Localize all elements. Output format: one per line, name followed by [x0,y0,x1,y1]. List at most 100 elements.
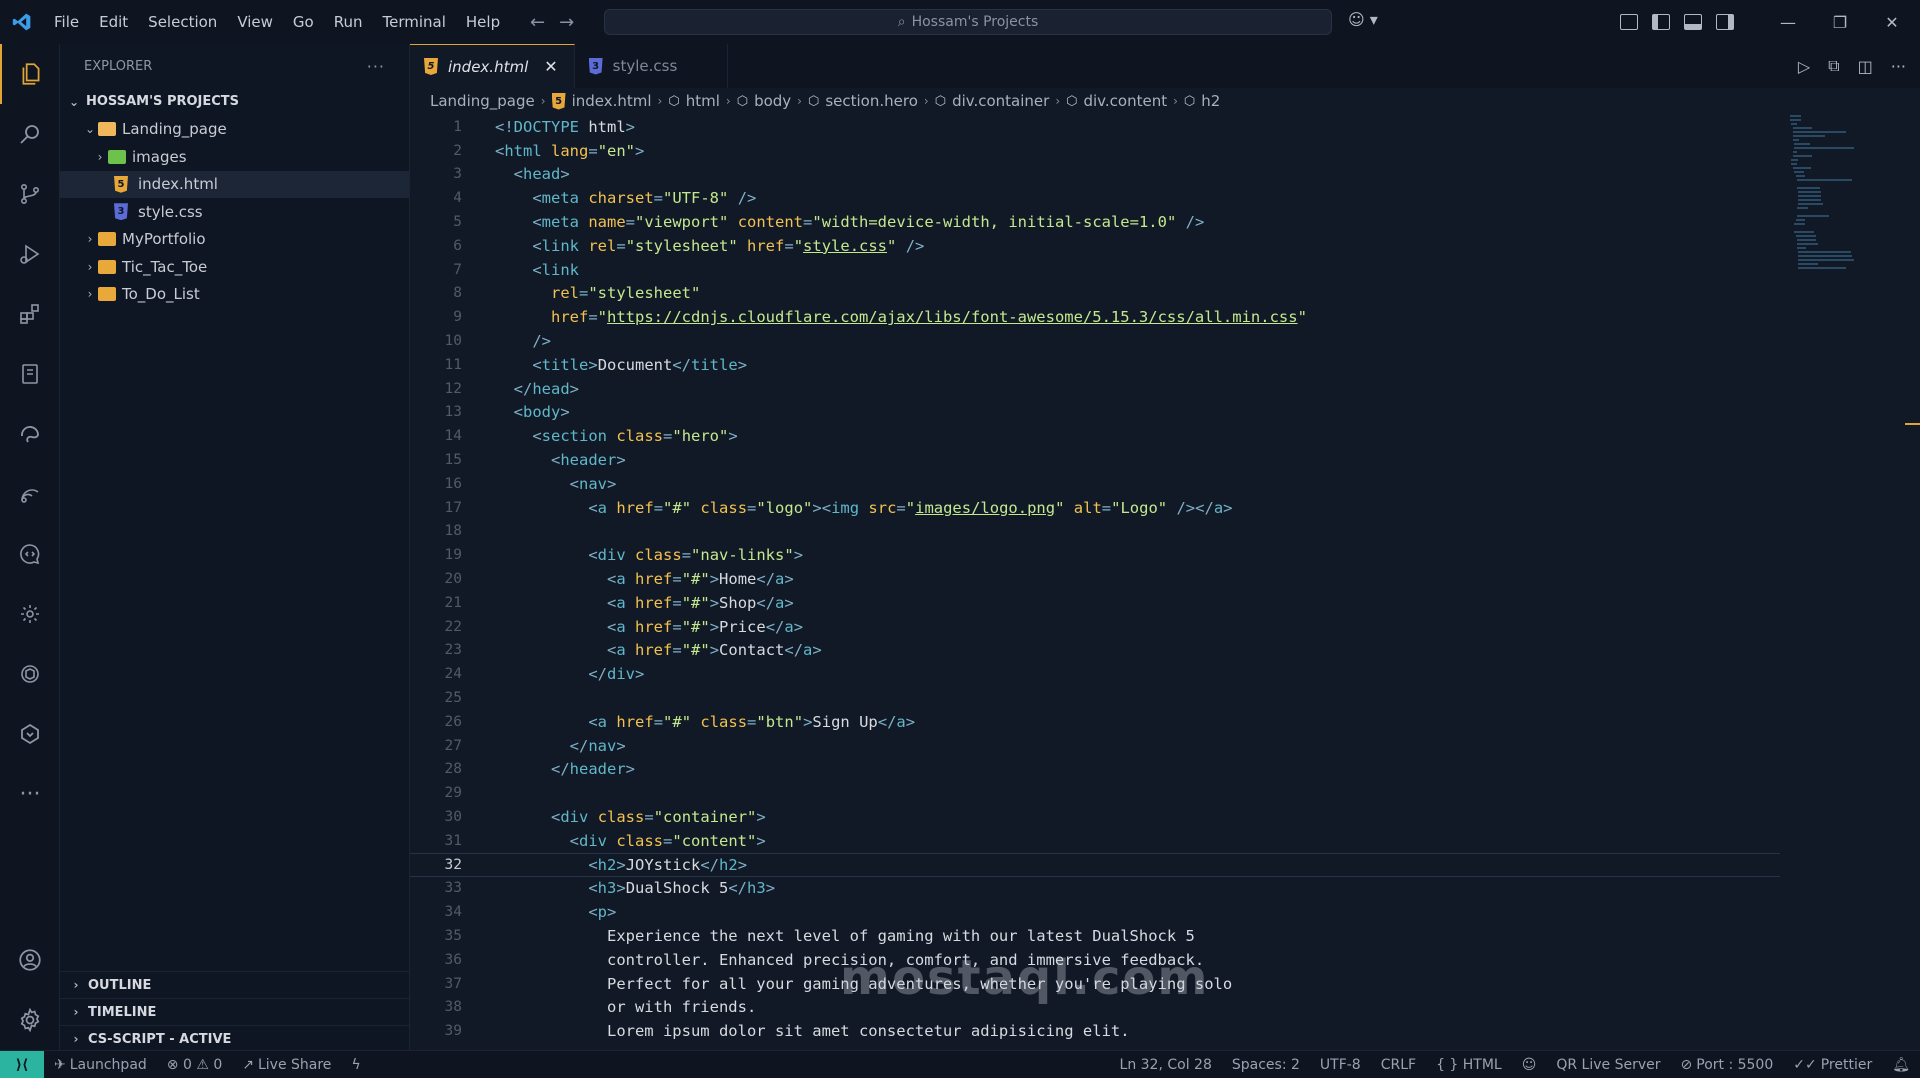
code-line[interactable]: 19 <div class="nav-links"> [410,543,1780,567]
status-indentation[interactable]: Spaces: 2 [1222,1057,1310,1073]
menu-edit[interactable]: Edit [89,13,138,31]
extensions-icon[interactable] [0,284,60,344]
status-live-share[interactable]: ↗ Live Share [232,1057,341,1073]
minimap[interactable] [1790,115,1890,275]
code-line[interactable]: 29 [410,781,1780,805]
forward-arrow-icon[interactable]: → [559,12,574,33]
status-encoding[interactable]: UTF-8 [1310,1057,1371,1073]
menu-selection[interactable]: Selection [138,13,227,31]
notifications-bell-icon[interactable]: 🔔︎ [1882,1057,1920,1073]
code-line[interactable]: 25 [410,686,1780,710]
lightning-icon[interactable]: ϟ [341,1057,370,1073]
code-line[interactable]: 4 <meta charset="UTF-8" /> [410,186,1780,210]
command-center-search[interactable]: ⌕ Hossam's Projects [604,9,1332,35]
minimize-button[interactable]: — [1762,13,1814,32]
code-line[interactable]: 13 <body> [410,401,1780,425]
code-line[interactable]: 8 rel="stylesheet" [410,282,1780,306]
status-language-mode[interactable]: { } HTML [1426,1057,1512,1073]
toggle-panel-icon[interactable] [1684,14,1702,30]
tree-item-tic-tac-toe[interactable]: › Tic_Tac_Toe [60,253,409,281]
more-views-icon[interactable]: ··· [0,764,60,824]
code-line[interactable]: 32 <h2>JOYstick</h2> [410,852,1780,877]
code-line[interactable]: 22 <a href="#">Price</a> [410,615,1780,639]
breadcrumb-div-content[interactable]: div.content [1083,92,1167,110]
toggle-primary-sidebar-icon[interactable] [1652,14,1670,30]
tree-item-myportfolio[interactable]: › MyPortfolio [60,226,409,254]
copilot-icon[interactable]: ☺ ▾ [1348,10,1378,29]
status-launchpad[interactable]: ✈ Launchpad [44,1057,157,1073]
menu-view[interactable]: View [227,13,283,31]
breadcrumb-html[interactable]: html [686,92,720,110]
code-line[interactable]: 11 <title>Document</title> [410,353,1780,377]
cs-script-panel-header[interactable]: › CS-SCRIPT - ACTIVE [60,1025,410,1052]
status-prettier[interactable]: ✓✓ Prettier [1783,1057,1882,1073]
code-line[interactable]: 33 <h3>DualShock 5</h3> [410,877,1780,901]
accounts-icon[interactable] [0,930,60,990]
menu-file[interactable]: File [44,13,89,31]
live-preview-icon[interactable] [0,524,60,584]
menu-run[interactable]: Run [324,13,373,31]
status-qr-live-server[interactable]: QR Live Server [1546,1057,1670,1073]
remote-indicator-icon[interactable]: ⟩⟨ [0,1050,44,1078]
code-line[interactable]: 23 <a href="#">Contact</a> [410,639,1780,663]
code-line[interactable]: 30 <div class="container"> [410,805,1780,829]
code-line[interactable]: 6 <link rel="stylesheet" href="style.css… [410,234,1780,258]
chatgpt-icon[interactable] [0,644,60,704]
customize-layout-icon[interactable] [1620,14,1638,30]
code-line[interactable]: 28 </header> [410,758,1780,782]
status-cursor-position[interactable]: Ln 32, Col 28 [1110,1057,1222,1073]
edge-browser-icon[interactable] [0,404,60,464]
breadcrumb-div-container[interactable]: div.container [952,92,1049,110]
code-line[interactable]: 1 <!DOCTYPE html> [410,115,1780,139]
tree-item-index-html[interactable]: 5 index.html [60,170,409,198]
open-preview-icon[interactable]: ⧉ [1828,56,1839,76]
code-line[interactable]: 31 <div class="content"> [410,829,1780,853]
tree-item-to-do-list[interactable]: › To_Do_List [60,281,409,309]
code-line[interactable]: 15 <header> [410,448,1780,472]
breadcrumb-file[interactable]: index.html [572,92,652,110]
code-line[interactable]: 18 [410,520,1780,544]
source-control-icon[interactable] [0,164,60,224]
maximize-button[interactable]: ❐ [1814,13,1866,32]
code-line[interactable]: 9 href="https://cdnjs.cloudflare.com/aja… [410,305,1780,329]
outline-panel-header[interactable]: › OUTLINE [60,971,410,998]
copilot-status-icon[interactable]: ☺ [1512,1057,1547,1073]
breadcrumb-h2[interactable]: h2 [1201,92,1220,110]
status-problems[interactable]: ⊗ 0 ⚠ 0 [157,1057,232,1073]
code-line[interactable]: 26 <a href="#" class="btn">Sign Up</a> [410,710,1780,734]
menu-help[interactable]: Help [456,13,510,31]
code-line[interactable]: 14 <section class="hero"> [410,424,1780,448]
code-line[interactable]: 27 </nav> [410,734,1780,758]
code-line[interactable]: 39 Lorem ipsum dolor sit amet consectetu… [410,1019,1780,1043]
code-line[interactable]: 12 </head> [410,377,1780,401]
codegeex-icon[interactable] [0,704,60,764]
tab-index-html[interactable]: 5 index.html ✕ [410,44,575,88]
close-icon[interactable]: ✕ [544,57,557,76]
tree-item-images[interactable]: › images [60,143,409,171]
code-line[interactable]: 2 <html lang="en"> [410,139,1780,163]
settings-sync-icon[interactable] [0,584,60,644]
code-line[interactable]: 5 <meta name="viewport" content="width=d… [410,210,1780,234]
gear-icon[interactable] [0,990,60,1050]
code-line[interactable]: 35 Experience the next level of gaming w… [410,924,1780,948]
menu-terminal[interactable]: Terminal [373,13,456,31]
workspace-root[interactable]: ⌄ HOSSAM'S PROJECTS [60,88,409,116]
status-port[interactable]: ⊘ Port : 5500 [1671,1057,1784,1073]
tree-item-landing-page[interactable]: ⌄ Landing_page [60,116,409,144]
run-debug-icon[interactable] [0,224,60,284]
status-eol[interactable]: CRLF [1371,1057,1426,1073]
code-line[interactable]: 16 <nav> [410,472,1780,496]
code-line[interactable]: 24 </div> [410,662,1780,686]
tab-style-css[interactable]: 3 style.css [575,44,729,88]
explorer-more-actions-icon[interactable]: ··· [367,57,385,76]
toggle-secondary-sidebar-icon[interactable] [1716,14,1734,30]
search-icon[interactable] [0,104,60,164]
code-line[interactable]: 21 <a href="#">Shop</a> [410,591,1780,615]
code-line[interactable]: 3 <head> [410,163,1780,187]
code-line[interactable]: 17 <a href="#" class="logo"><img src="im… [410,496,1780,520]
notebook-icon[interactable] [0,344,60,404]
close-window-button[interactable]: ✕ [1866,13,1918,32]
back-arrow-icon[interactable]: ← [530,12,545,33]
code-line[interactable]: 7 <link [410,258,1780,282]
more-actions-icon[interactable]: ··· [1891,57,1906,76]
